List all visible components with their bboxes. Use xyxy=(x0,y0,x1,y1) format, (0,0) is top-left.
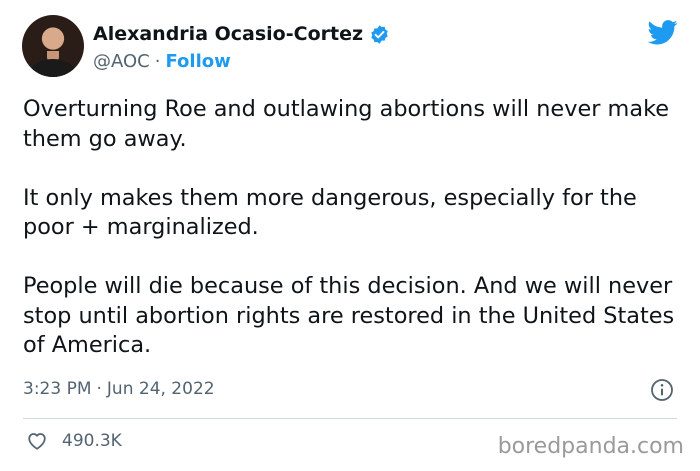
tweet-paragraph: Overturning Roe and outlawing abortions … xyxy=(23,96,670,152)
author-display-name[interactable]: Alexandria Ocasio-Cortez xyxy=(93,23,363,45)
watermark: boredpanda.com xyxy=(497,434,684,459)
avatar[interactable] xyxy=(22,15,84,77)
tweet-body: Overturning Roe and outlawing abortions … xyxy=(23,95,683,361)
tweet-date: Jun 24, 2022 xyxy=(106,379,215,399)
twitter-bird-icon[interactable] xyxy=(648,20,678,45)
divider xyxy=(23,418,677,419)
like-count: 490.3K xyxy=(62,431,122,451)
timestamp-separator: · xyxy=(96,379,102,399)
info-icon[interactable] xyxy=(650,378,674,402)
avatar-shoulders xyxy=(30,59,76,77)
verified-badge-icon xyxy=(371,24,388,44)
tweet-paragraph: It only makes them more dangerous, espec… xyxy=(23,184,637,241)
author-handle[interactable]: @AOC xyxy=(93,51,150,72)
tweet-paragraph: People will die because of this decision… xyxy=(23,273,675,358)
handle-separator: · xyxy=(154,51,161,72)
tweet-timestamp[interactable]: 3:23 PM · Jun 24, 2022 xyxy=(23,379,215,399)
heart-icon xyxy=(28,433,46,450)
author-name-row: Alexandria Ocasio-Cortez xyxy=(93,23,390,45)
tweet-time: 3:23 PM xyxy=(23,379,92,399)
author-handle-row: @AOC · Follow xyxy=(93,51,231,72)
follow-button[interactable]: Follow xyxy=(165,51,230,72)
like-button[interactable]: 490.3K xyxy=(26,430,122,452)
